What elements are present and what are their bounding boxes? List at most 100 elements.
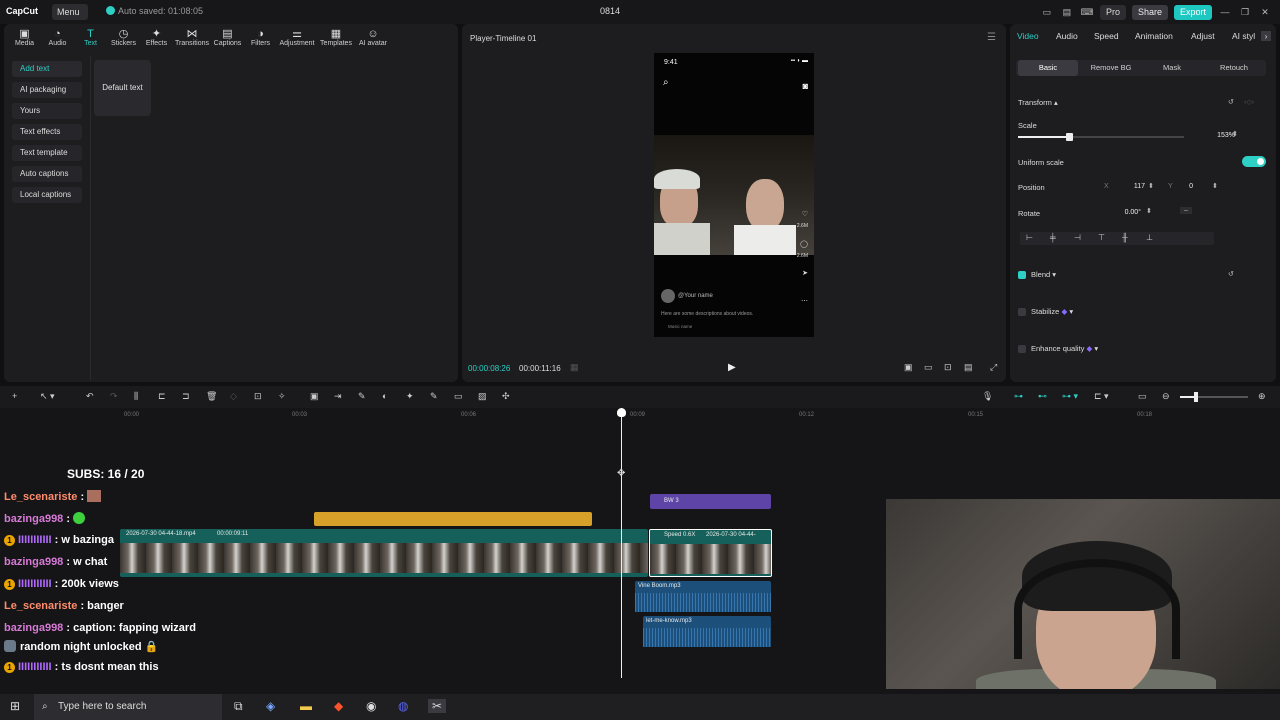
- panel-icon[interactable]: ▤: [1060, 7, 1074, 18]
- align-left-icon[interactable]: ⊢: [1026, 233, 1033, 242]
- capcut-icon[interactable]: ✂: [428, 699, 447, 713]
- playhead[interactable]: [621, 408, 622, 678]
- mic-icon[interactable]: 🎙: [982, 391, 993, 402]
- tab-captions[interactable]: ▤ Captions: [211, 28, 244, 47]
- shortcuts-icon[interactable]: ⌨: [1080, 7, 1094, 18]
- sidebar-item-text-effects[interactable]: Text effects: [12, 124, 82, 140]
- tab-filters[interactable]: ◑ Filters: [244, 28, 277, 47]
- zoom-out-icon[interactable]: ⊖: [1162, 391, 1170, 402]
- close-icon[interactable]: ✕: [1258, 7, 1272, 18]
- split-icon[interactable]: ⫼: [134, 391, 138, 402]
- tab-media[interactable]: ▣ Media: [8, 28, 41, 47]
- pen-icon[interactable]: ✎: [358, 391, 366, 402]
- tab-ai-avatar[interactable]: ☺ AI avatar: [355, 28, 391, 47]
- reset-icon[interactable]: ↺: [1228, 98, 1234, 106]
- image-icon[interactable]: ▨: [478, 391, 487, 402]
- quality-icon[interactable]: ▣: [904, 362, 913, 373]
- split-left-icon[interactable]: ⊏: [158, 391, 166, 402]
- sidebar-item-yours[interactable]: Yours: [12, 103, 82, 119]
- effect-icon[interactable]: ✦: [406, 391, 414, 402]
- clip-audio-vine-boom[interactable]: Vine Boom.mp3: [635, 581, 771, 612]
- caption-icon[interactable]: ▭: [1138, 391, 1147, 402]
- pro-button[interactable]: Pro: [1099, 4, 1126, 20]
- undo-icon[interactable]: ↶: [86, 391, 94, 402]
- stepper-icon[interactable]: ⬍: [1212, 182, 1218, 190]
- play-icon[interactable]: ▶: [728, 362, 736, 373]
- share-button[interactable]: Share: [1131, 4, 1168, 20]
- default-text-card[interactable]: Default text: [94, 60, 151, 116]
- obs-icon[interactable]: ◉: [366, 699, 376, 713]
- chevron-right-icon[interactable]: ›: [1261, 31, 1271, 41]
- stabilize-checkbox[interactable]: [1018, 308, 1026, 316]
- restore-icon[interactable]: ❐: [1238, 7, 1252, 18]
- preview-axis-icon[interactable]: ⊏ ▾: [1094, 391, 1109, 402]
- ai-icon[interactable]: ✧: [278, 391, 286, 402]
- export-button[interactable]: Export: [1173, 4, 1212, 20]
- caption-icon[interactable]: ▭: [454, 391, 463, 402]
- align-top-icon[interactable]: ⊤: [1098, 233, 1105, 242]
- subtab-basic[interactable]: Basic: [1018, 60, 1078, 76]
- align-middle-icon[interactable]: ╫: [1122, 233, 1128, 242]
- sidebar-item-text-template[interactable]: Text template: [12, 145, 82, 161]
- sidebar-item-add-text[interactable]: Add text: [12, 61, 82, 77]
- flip-icon[interactable]: –: [1180, 207, 1192, 214]
- clip-sticker[interactable]: [314, 512, 592, 526]
- copilot-icon[interactable]: ◈: [266, 699, 275, 713]
- enhance-label[interactable]: Enhance quality ◆ ▾: [1031, 344, 1098, 353]
- select-icon[interactable]: ↖ ▾: [40, 391, 55, 402]
- redo-icon[interactable]: ↷: [110, 391, 118, 402]
- rotate-field[interactable]: 0.00°: [1106, 207, 1144, 219]
- enhance-checkbox[interactable]: [1018, 345, 1026, 353]
- zoom-in-icon[interactable]: ⊕: [1258, 391, 1266, 402]
- tab-video[interactable]: Video: [1017, 31, 1039, 41]
- preview-frame[interactable]: 9:41 ▪▪ ◗ ▬ ⌕ ◙ ♡ 2.6M ◯ 2.6M ➤ ⋯ @Your …: [654, 53, 814, 337]
- zoom-slider[interactable]: [1180, 392, 1248, 402]
- uniform-scale-toggle[interactable]: [1242, 156, 1266, 167]
- tab-audio[interactable]: ◔ Audio: [41, 28, 74, 47]
- reset-icon[interactable]: ↺: [1228, 270, 1234, 278]
- fullscreen-icon[interactable]: ⤢: [990, 362, 997, 373]
- ratio-icon[interactable]: ▤: [964, 362, 973, 373]
- freeze-icon[interactable]: ▣: [310, 391, 319, 402]
- crop-icon[interactable]: ⊡: [254, 391, 262, 402]
- tab-templates[interactable]: ▦ Templates: [317, 28, 355, 47]
- scale-slider[interactable]: [1018, 133, 1184, 141]
- tab-adjust[interactable]: Adjust: [1191, 31, 1215, 41]
- align-center-icon[interactable]: ╪: [1050, 233, 1056, 242]
- sidebar-item-local-captions[interactable]: Local captions: [12, 187, 82, 203]
- subtab-remove-bg[interactable]: Remove BG: [1080, 60, 1142, 76]
- mask-icon[interactable]: ◐: [382, 391, 387, 401]
- sidebar-item-ai-packaging[interactable]: AI packaging: [12, 82, 82, 98]
- tab-effects[interactable]: ✦ Effects: [140, 28, 173, 47]
- tab-transitions[interactable]: ⋈ Transitions: [173, 28, 211, 47]
- scale-slider-knob[interactable]: [1066, 133, 1074, 141]
- crop-icon[interactable]: ⊡: [944, 362, 952, 373]
- pos-y-field[interactable]: 0: [1178, 181, 1196, 193]
- playhead-handle[interactable]: [617, 408, 626, 417]
- file-explorer-icon[interactable]: ▬: [300, 699, 312, 713]
- link-icon[interactable]: ⊶ ▾: [1062, 391, 1078, 402]
- pos-x-field[interactable]: 117: [1110, 181, 1148, 193]
- delete-icon[interactable]: 🗑: [206, 391, 217, 402]
- taskbar-search-input[interactable]: ⌕ Type here to search: [34, 694, 222, 720]
- subtab-mask[interactable]: Mask: [1142, 60, 1202, 76]
- fit-icon[interactable]: ▭: [924, 362, 933, 373]
- subtab-retouch[interactable]: Retouch: [1204, 60, 1264, 76]
- tab-audio[interactable]: Audio: [1056, 31, 1078, 41]
- reverse-icon[interactable]: ⇥: [334, 391, 342, 402]
- align-bottom-icon[interactable]: ⊥: [1146, 233, 1153, 242]
- motion-icon[interactable]: ✣: [502, 391, 510, 402]
- add-icon[interactable]: +: [12, 391, 17, 401]
- tab-speed[interactable]: Speed: [1094, 31, 1119, 41]
- task-view-icon[interactable]: ⧉: [234, 699, 243, 714]
- tab-ai-style[interactable]: AI styl: [1232, 31, 1255, 41]
- blend-label[interactable]: Blend ▾: [1031, 270, 1056, 279]
- align-right-icon[interactable]: ⊣: [1074, 233, 1081, 242]
- magic-icon[interactable]: ✎: [430, 391, 438, 402]
- clip-bw3[interactable]: BW 3: [650, 494, 771, 509]
- link-main-icon[interactable]: ⊶: [1014, 391, 1023, 402]
- discord-icon[interactable]: ◍: [398, 699, 408, 713]
- clip-audio-let-me-know[interactable]: let-me-know.mp3: [643, 616, 771, 647]
- minimize-icon[interactable]: —: [1218, 7, 1232, 17]
- brave-icon[interactable]: ◆: [334, 699, 343, 713]
